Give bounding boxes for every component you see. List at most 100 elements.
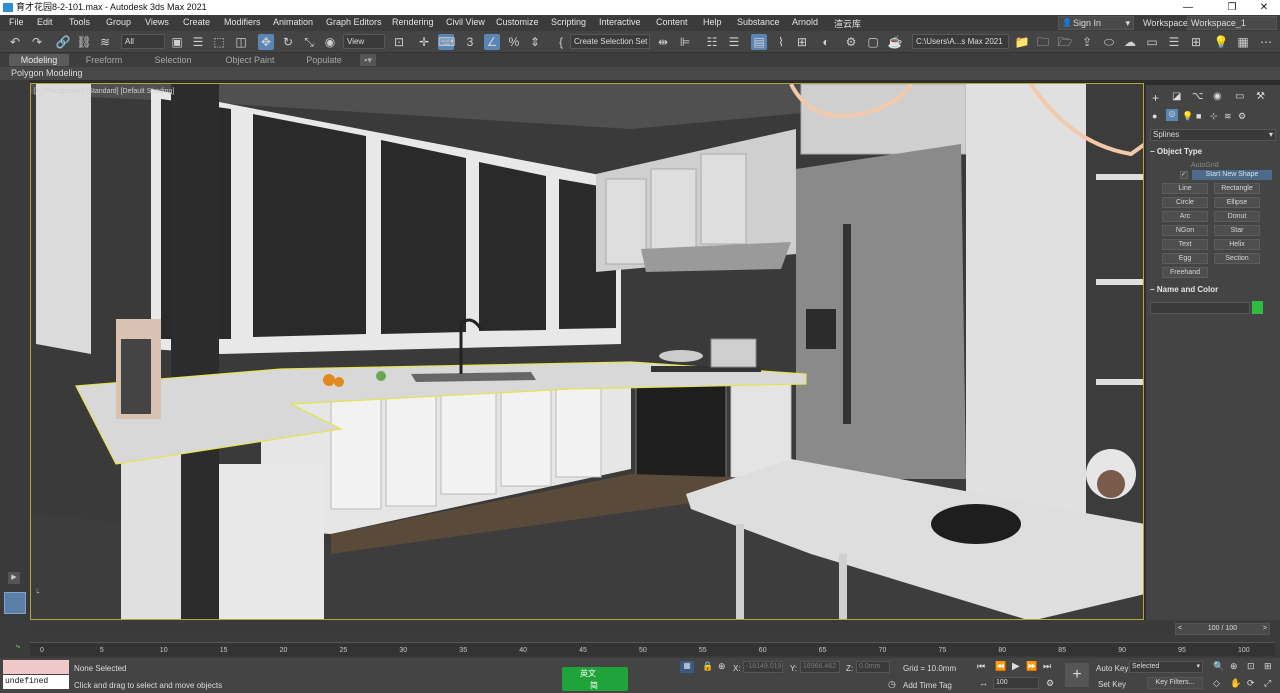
save-icon[interactable]: 🗀 (1035, 34, 1051, 50)
workspace-dropdown[interactable]: Workspace_1 (1187, 16, 1277, 30)
percent-snap-icon[interactable]: % (506, 34, 522, 50)
light-icon[interactable]: 💡 (1213, 34, 1229, 50)
ime-simplified[interactable]: 简 (590, 680, 598, 691)
teapot-icon[interactable]: ⬭ (1101, 34, 1117, 50)
render-setup-icon[interactable]: ⚙ (843, 34, 859, 50)
maxscript-listener[interactable] (3, 660, 69, 674)
time-slider-thumb[interactable]: < 100 / 100 > (1175, 623, 1270, 635)
close-button[interactable]: ✕ (1253, 0, 1275, 15)
space-warps-icon[interactable]: ≋ (1224, 111, 1232, 122)
curve-editor-icon[interactable]: ⌇ (773, 34, 789, 50)
expand-arrow-icon[interactable]: ▶ (8, 572, 20, 584)
named-selection-dropdown[interactable]: Create Selection Set (570, 34, 650, 49)
goto-start-icon[interactable]: ⏮ (977, 661, 985, 672)
redo-icon[interactable]: ↷ (29, 34, 45, 50)
selection-lock-icon[interactable]: 🔒 (702, 661, 713, 672)
tab-object-paint[interactable]: Object Paint (218, 54, 282, 66)
unlink-icon[interactable]: ⛓ (76, 34, 92, 50)
menu-modifiers[interactable]: Modifiers (224, 17, 261, 27)
cameras-icon[interactable]: ■ (1196, 111, 1201, 121)
donut-button[interactable]: Donut (1214, 211, 1260, 222)
z-coordinate-field[interactable]: 0.0mm (856, 661, 890, 673)
ime-english[interactable]: 英文 (580, 668, 596, 679)
field-of-view-icon[interactable]: ◇ (1213, 678, 1220, 689)
maximize-viewport-icon[interactable]: ⤢ (1264, 678, 1271, 689)
selection-filter-dropdown[interactable]: All (121, 34, 165, 49)
window-crossing-icon[interactable]: ◫ (233, 34, 249, 50)
track-bar-icon[interactable]: ⤷ (16, 643, 20, 651)
star-button[interactable]: Star (1214, 225, 1260, 236)
time-slider-track[interactable]: < 100 / 100 > (30, 623, 1270, 635)
prev-key-icon[interactable]: ⏪ (995, 661, 1006, 672)
section-button[interactable]: Section (1214, 253, 1260, 264)
grid-icon[interactable]: ⊞ (1188, 34, 1204, 50)
selection-set-dropdown[interactable]: Selected ▾ (1129, 661, 1203, 673)
layers-icon[interactable]: ▦ (1235, 34, 1251, 50)
circle-button[interactable]: Circle (1162, 197, 1208, 208)
schematic-view-icon[interactable]: ⊞ (794, 34, 810, 50)
start-new-shape-checkbox[interactable]: ✓ (1180, 171, 1188, 179)
object-color-swatch[interactable] (1252, 301, 1263, 314)
menu-graph-editors[interactable]: Graph Editors (326, 17, 382, 27)
category-dropdown[interactable]: Splines ▾ (1150, 129, 1276, 141)
name-and-color-rollout[interactable]: − Name and Color (1150, 285, 1276, 297)
select-and-scale-icon[interactable]: ⤡ (301, 34, 317, 50)
goto-end-icon[interactable]: ⏭ (1043, 661, 1051, 672)
freehand-button[interactable]: Freehand (1162, 267, 1208, 278)
angle-snap-icon[interactable]: ∠ (484, 34, 500, 50)
add-time-tag[interactable]: Add Time Tag (903, 681, 952, 690)
open-icon[interactable]: 🗁 (1057, 34, 1073, 50)
geometry-icon[interactable]: ● (1152, 111, 1157, 121)
autogrid-checkbox-label[interactable]: AutoGrid (1191, 162, 1219, 169)
viewport-label[interactable]: [+] [Perspective] [Standard] [Default Sh… (34, 88, 174, 95)
menu-help[interactable]: Help (703, 17, 722, 27)
menu-rendering[interactable]: Rendering (392, 17, 434, 27)
set-keys-icon[interactable]: + (1065, 663, 1089, 687)
tab-modeling[interactable]: Modeling (9, 54, 69, 66)
align-icon[interactable]: ⊫ (677, 34, 693, 50)
tab-selection[interactable]: Selection (143, 54, 203, 66)
menu-render-cloud[interactable]: 渲云库 (834, 17, 861, 30)
menu-interactive[interactable]: Interactive (599, 17, 641, 27)
bind-space-warp-icon[interactable]: ≋ (97, 34, 113, 50)
key-mode-icon[interactable]: ↔ (979, 678, 988, 688)
hierarchy-tab-icon[interactable]: ⌥ (1192, 91, 1204, 102)
zoom-all-icon[interactable]: ⊕ (1230, 661, 1238, 672)
export-icon[interactable]: ⇪ (1079, 34, 1095, 50)
helix-button[interactable]: Helix (1214, 239, 1260, 250)
perspective-viewport[interactable]: [+] [Perspective] [Standard] [Default Sh… (30, 83, 1144, 620)
time-config-icon[interactable]: ⚙ (1046, 678, 1054, 689)
play-icon[interactable]: ▶ (1012, 661, 1020, 672)
start-new-shape-label[interactable]: Start New Shape (1192, 170, 1272, 180)
lights-icon[interactable]: 💡 (1182, 111, 1193, 122)
select-manipulate-icon[interactable]: ✛ (416, 34, 432, 50)
menu-views[interactable]: Views (145, 17, 169, 27)
list-icon[interactable]: ☰ (1166, 34, 1182, 50)
menu-edit[interactable]: Edit (37, 17, 53, 27)
motion-tab-icon[interactable]: ◉ (1213, 91, 1222, 102)
set-key-button[interactable]: Set Key (1098, 680, 1126, 689)
transform-mode-icon[interactable]: ⊕ (718, 661, 726, 672)
key-filters-button[interactable]: Key Filters... (1147, 677, 1203, 689)
maximize-button[interactable]: ❐ (1221, 0, 1243, 15)
more-tools-icon[interactable]: ⋯ (1258, 34, 1274, 50)
egg-button[interactable]: Egg (1162, 253, 1208, 264)
sign-in-dropdown[interactable]: 👤 Sign In ▾ (1058, 16, 1134, 30)
viewport-layout-icon[interactable] (4, 592, 26, 614)
object-type-rollout[interactable]: − Object Type (1150, 147, 1276, 159)
select-and-move-icon[interactable]: ✥ (258, 34, 274, 50)
select-by-name-icon[interactable]: ☰ (190, 34, 206, 50)
minimize-button[interactable]: — (1177, 0, 1199, 15)
menu-arnold[interactable]: Arnold (792, 17, 818, 27)
menu-create[interactable]: Create (183, 17, 210, 27)
reference-coordinate-dropdown[interactable]: View (343, 34, 385, 49)
polygon-modeling-label[interactable]: Polygon Modeling (11, 68, 83, 78)
modify-tab-icon[interactable]: ◪ (1172, 91, 1181, 102)
scene-explorer-icon[interactable]: ☷ (704, 34, 720, 50)
menu-file[interactable]: File (9, 17, 24, 27)
isolate-selection-icon[interactable]: ▦ (680, 661, 694, 673)
project-folder-icon[interactable]: 📁 (1014, 34, 1030, 50)
cloud-icon[interactable]: ☁ (1122, 34, 1138, 50)
select-object-icon[interactable]: ▣ (169, 34, 185, 50)
zoom-extents-all-icon[interactable]: ⊞ (1264, 661, 1272, 672)
